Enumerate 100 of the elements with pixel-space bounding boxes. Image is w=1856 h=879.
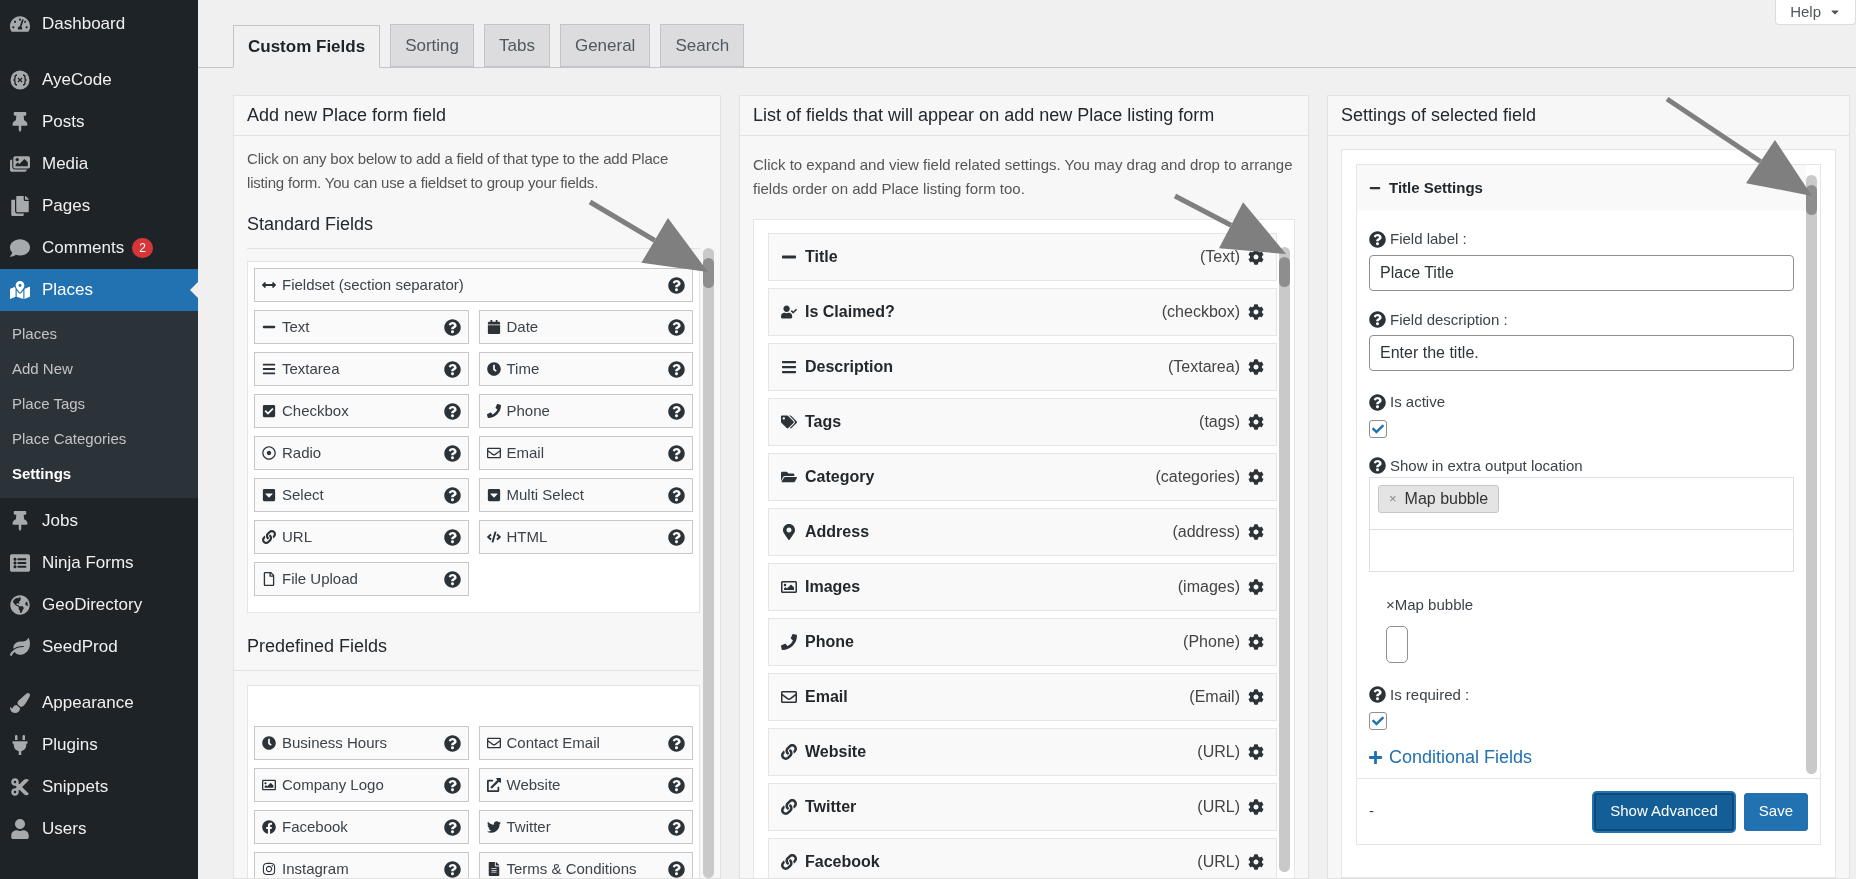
sidebar-item[interactable]: Appearance	[0, 682, 198, 724]
field-type-button[interactable]: Business Hours	[254, 726, 469, 760]
help-icon[interactable]	[443, 818, 461, 836]
help-icon[interactable]	[668, 318, 685, 336]
field-type-button[interactable]: Checkbox	[254, 394, 469, 428]
help-icon[interactable]	[1369, 311, 1386, 329]
sidebar-item[interactable]: Posts	[0, 101, 198, 143]
sidebar-item[interactable]: Jobs	[0, 500, 198, 542]
empty-field[interactable]	[1386, 625, 1408, 663]
form-field-row[interactable]: Category (categories)	[768, 453, 1277, 501]
submenu-item[interactable]: Add New	[0, 352, 198, 387]
help-icon[interactable]	[443, 860, 461, 878]
tab[interactable]: General	[559, 24, 651, 67]
help-icon[interactable]	[443, 360, 461, 378]
sidebar-item[interactable]: SeedProd	[0, 626, 198, 668]
help-icon[interactable]	[668, 734, 685, 752]
sidebar-item[interactable]: Dashboard	[0, 3, 198, 45]
form-field-row[interactable]: Address (address)	[768, 508, 1277, 556]
help-icon[interactable]	[668, 776, 685, 794]
field-type-button[interactable]: File Upload	[254, 562, 469, 596]
field-type-button[interactable]: Email	[478, 436, 693, 470]
settings-icon[interactable]	[1248, 469, 1264, 485]
settings-icon[interactable]	[1248, 524, 1264, 540]
form-field-row[interactable]: Is Claimed? (checkbox)	[768, 288, 1277, 336]
form-field-row[interactable]: Website (URL)	[768, 728, 1277, 776]
help-icon[interactable]	[443, 318, 461, 336]
sidebar-item[interactable]: Pages	[0, 185, 198, 227]
sidebar-item[interactable]: Comments 2	[0, 227, 198, 269]
help-icon[interactable]	[443, 776, 461, 794]
sidebar-item[interactable]: Plugins	[0, 724, 198, 766]
field-type-button[interactable]: URL	[254, 520, 469, 554]
form-field-row[interactable]: Images (images)	[768, 563, 1277, 611]
field-type-button[interactable]: Fieldset (section separator)	[254, 268, 693, 302]
sidebar-item[interactable]: AyeCode	[0, 59, 198, 101]
form-field-row[interactable]: Phone (Phone)	[768, 618, 1277, 666]
tab[interactable]: Search	[660, 24, 745, 67]
input-field[interactable]: Enter the title.	[1369, 335, 1794, 371]
form-field-row[interactable]: Tags (tags)	[768, 398, 1277, 446]
help-icon[interactable]	[1369, 686, 1386, 704]
settings-icon[interactable]	[1248, 689, 1264, 705]
field-type-button[interactable]: Time	[478, 352, 693, 386]
form-field-row[interactable]: Email (Email)	[768, 673, 1277, 721]
help-icon[interactable]	[668, 444, 685, 462]
scrollbar[interactable]	[703, 248, 714, 878]
settings-icon[interactable]	[1248, 304, 1264, 320]
field-type-button[interactable]: Date	[478, 310, 693, 344]
help-icon[interactable]	[1369, 457, 1386, 475]
field-type-button[interactable]: Facebook	[254, 810, 469, 844]
input-field[interactable]: Place Title	[1369, 254, 1794, 291]
action-button[interactable]: Save	[1743, 792, 1808, 831]
help-icon[interactable]	[668, 402, 685, 420]
scrollbar[interactable]	[1806, 175, 1817, 774]
settings-icon[interactable]	[1248, 249, 1264, 265]
settings-icon[interactable]	[1248, 854, 1264, 870]
search-field[interactable]	[1369, 530, 1794, 572]
field-type-button[interactable]: Company Logo	[254, 768, 469, 802]
help-icon[interactable]	[443, 570, 461, 588]
help-icon[interactable]	[1369, 230, 1386, 248]
help-icon[interactable]	[443, 486, 461, 504]
multi-select-field[interactable]: × Map bubble	[1369, 477, 1794, 530]
selected-tag[interactable]: × Map bubble	[1378, 485, 1500, 513]
field-type-button[interactable]: Multi Select	[478, 478, 693, 512]
action-button[interactable]: Show Advanced	[1594, 792, 1734, 831]
field-type-button[interactable]: Textarea	[254, 352, 469, 386]
help-icon[interactable]	[443, 402, 461, 420]
form-field-row[interactable]: Twitter (URL)	[768, 783, 1277, 831]
field-type-button[interactable]: Instagram	[254, 852, 469, 878]
tab[interactable]: Tabs	[484, 24, 550, 67]
sidebar-item[interactable]: GeoDirectory	[0, 584, 198, 626]
settings-icon[interactable]	[1248, 799, 1264, 815]
settings-icon[interactable]	[1248, 579, 1264, 595]
help-icon[interactable]	[443, 528, 461, 546]
form-field-row[interactable]: Title (Text)	[768, 233, 1277, 281]
help-icon[interactable]	[668, 360, 685, 378]
checkbox[interactable]	[1369, 419, 1387, 438]
help-icon[interactable]	[443, 734, 461, 752]
section-header[interactable]: Title Settings	[1357, 165, 1806, 211]
field-type-button[interactable]: Terms & Conditions	[478, 852, 693, 878]
settings-icon[interactable]	[1248, 359, 1264, 375]
tab[interactable]: Sorting	[390, 24, 474, 67]
sidebar-item[interactable]: Users	[0, 808, 198, 850]
help-icon[interactable]	[668, 860, 685, 878]
help-icon[interactable]	[668, 276, 685, 294]
field-type-button[interactable]: Phone	[478, 394, 693, 428]
settings-icon[interactable]	[1248, 744, 1264, 760]
field-type-button[interactable]: Website	[478, 768, 693, 802]
field-type-button[interactable]: Contact Email	[478, 726, 693, 760]
form-field-row[interactable]: Description (Textarea)	[768, 343, 1277, 391]
help-icon[interactable]	[1369, 393, 1386, 411]
settings-icon[interactable]	[1248, 414, 1264, 430]
field-type-button[interactable]: Radio	[254, 436, 469, 470]
sidebar-item[interactable]: Media	[0, 143, 198, 185]
field-type-button[interactable]: HTML	[478, 520, 693, 554]
submenu-item[interactable]: Place Categories	[0, 422, 198, 457]
help-icon[interactable]	[668, 528, 685, 546]
help-icon[interactable]	[668, 486, 685, 504]
sidebar-item[interactable]: Ninja Forms	[0, 542, 198, 584]
help-icon[interactable]	[668, 818, 685, 836]
conditional-fields-link[interactable]: Conditional Fields	[1368, 744, 1794, 771]
checkbox[interactable]	[1369, 712, 1387, 730]
